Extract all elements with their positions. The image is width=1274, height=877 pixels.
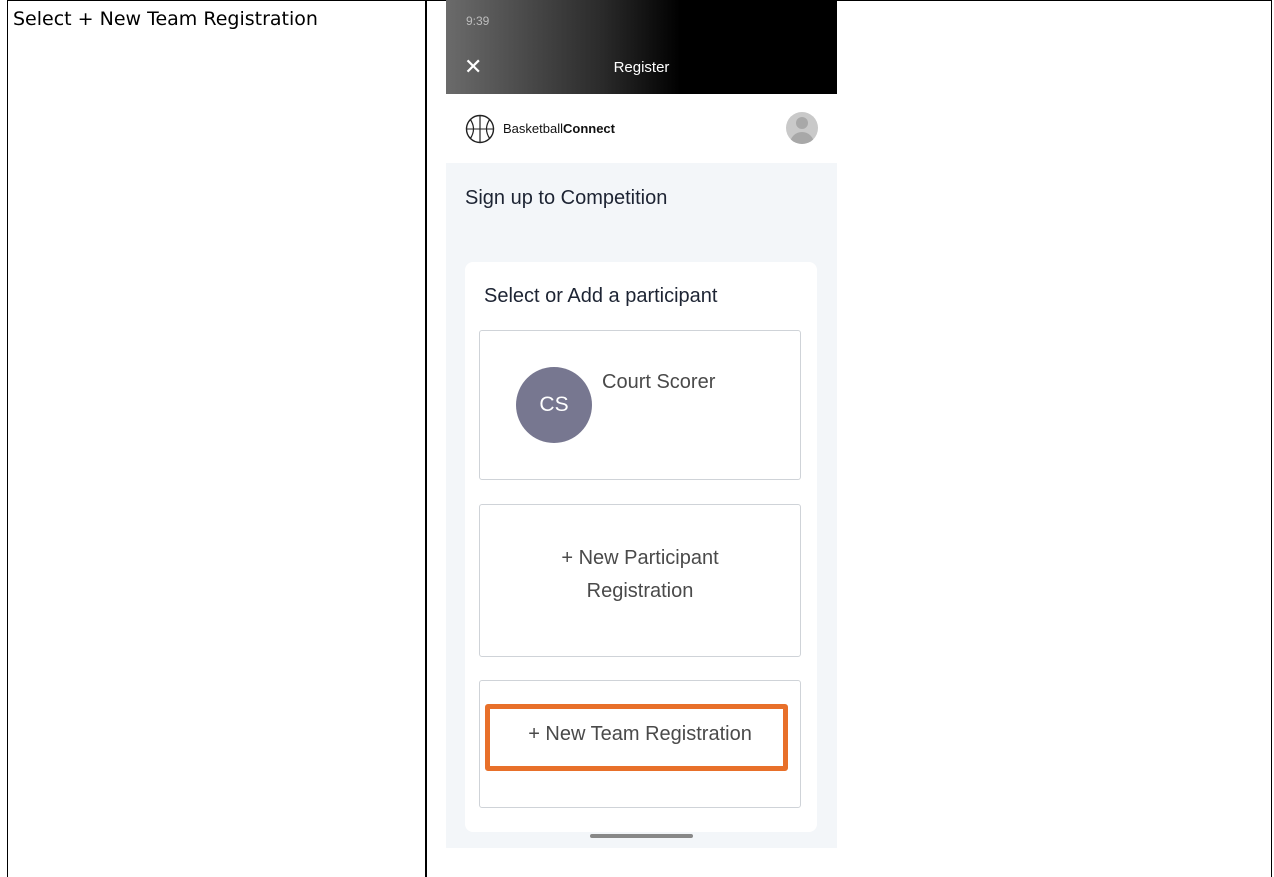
avatar-head bbox=[796, 117, 808, 129]
user-avatar[interactable] bbox=[786, 112, 818, 144]
new-participant-registration-button[interactable]: + New Participant Registration bbox=[479, 504, 801, 657]
app-header: BasketballConnect bbox=[446, 94, 837, 163]
participant-name: Court Scorer bbox=[602, 371, 716, 393]
app-logo-text: BasketballConnect bbox=[503, 121, 615, 136]
status-time: 9:39 bbox=[466, 14, 490, 28]
status-bar: 9:39 ✕ Register bbox=[446, 0, 837, 94]
new-participant-label: + New Participant Registration bbox=[480, 542, 800, 608]
participant-initials-avatar: CS bbox=[516, 367, 592, 443]
participant-option[interactable]: CS Court Scorer bbox=[479, 330, 801, 480]
page-title: Sign up to Competition bbox=[465, 187, 668, 209]
nav-title: Register bbox=[613, 59, 670, 76]
basketball-icon bbox=[465, 114, 495, 144]
home-indicator bbox=[590, 834, 693, 838]
column-divider bbox=[425, 0, 427, 877]
avatar-body bbox=[790, 132, 814, 144]
instruction-text: Select + New Team Registration bbox=[13, 8, 318, 30]
card-title: Select or Add a participant bbox=[484, 285, 718, 307]
logo-text-regular: Basketball bbox=[503, 121, 563, 136]
new-participant-line1: + New Participant bbox=[561, 547, 719, 569]
new-participant-line2: Registration bbox=[586, 580, 694, 602]
highlight-box bbox=[485, 704, 788, 771]
logo-text-bold: Connect bbox=[562, 121, 615, 136]
